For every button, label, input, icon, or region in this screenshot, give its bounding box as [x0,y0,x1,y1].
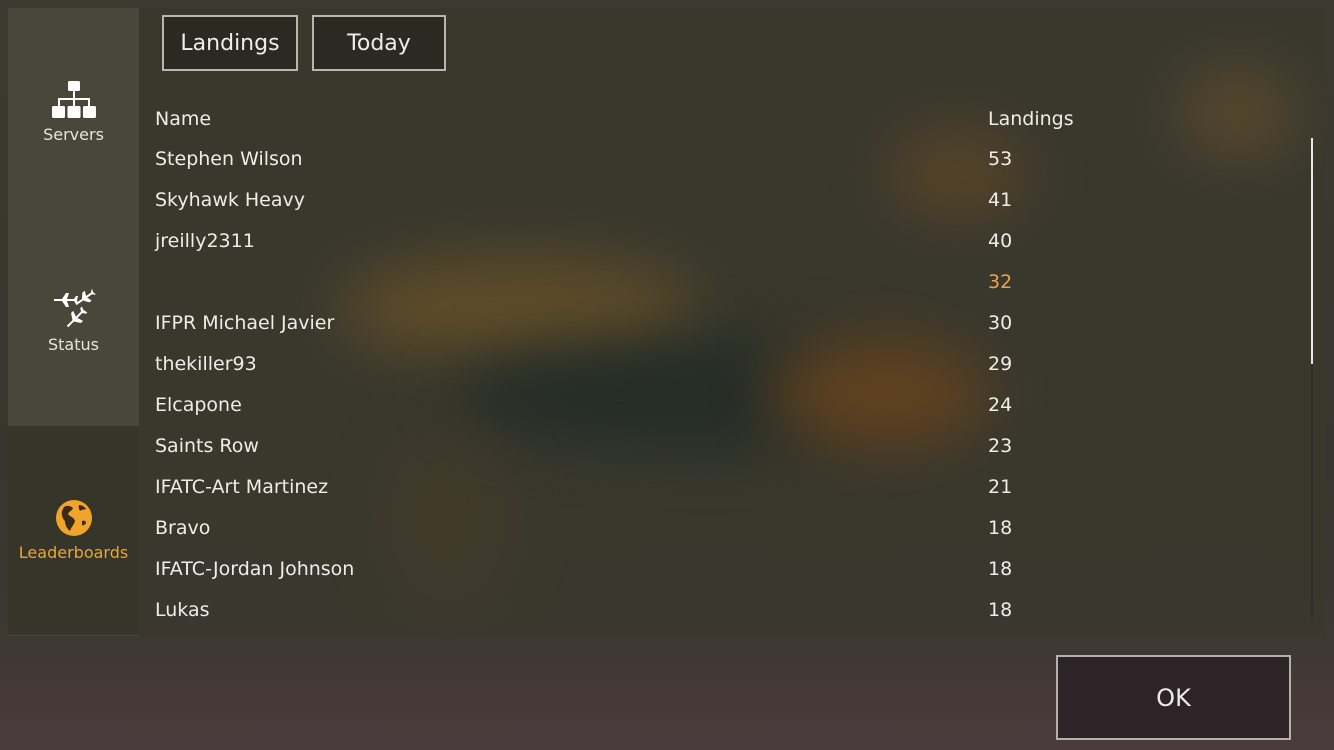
row-value: 18 [988,599,1013,621]
sidebar: Servers Status Leaderboards [8,8,139,636]
table-row[interactable]: Lukas 18 [155,591,1295,632]
row-value: 41 [988,189,1013,211]
row-value: 18 [988,558,1013,580]
row-name: Skyhawk Heavy [155,189,306,211]
row-value: 24 [988,394,1013,416]
table-row[interactable]: IFPR Michael Javier 30 [155,304,1295,345]
column-header-name: Name [155,108,212,130]
table-row[interactable]: Saints Row 23 [155,427,1295,468]
row-name: Stephen Wilson [155,148,303,170]
row-name: IFPR Michael Javier [155,312,335,334]
scrollbar-thumb[interactable] [1311,138,1313,364]
table-row-current-user[interactable]: 32 [155,263,1295,304]
row-name: Elcapone [155,394,242,416]
row-value: 32 [988,271,1013,293]
table-row[interactable]: jreilly2311 40 [155,222,1295,263]
row-name: IFATC-Jordan Johnson [155,558,355,580]
globe-icon [55,500,92,536]
column-header-landings: Landings [988,108,1074,130]
table-row[interactable]: Elcapone 24 [155,386,1295,427]
row-name: thekiller93 [155,353,257,375]
row-name: IFATC-Art Martinez [155,476,329,498]
row-value: 53 [988,148,1013,170]
row-name: Saints Row [155,435,259,457]
sidebar-item-label: Leaderboards [18,543,129,562]
table-row[interactable]: thekiller93 29 [155,345,1295,386]
row-value: 23 [988,435,1013,457]
row-value: 21 [988,476,1013,498]
leaderboard-table: Stephen Wilson 53 Skyhawk Heavy 41 jreilly… [155,140,1295,632]
row-value: 29 [988,353,1013,375]
period-filter-button[interactable]: Today [312,15,446,71]
servers-icon [51,81,96,118]
table-row[interactable]: Stephen Wilson 53 [155,140,1295,181]
row-name: Bravo [155,517,211,539]
sidebar-item-label: Servers [43,125,104,144]
row-name: Lukas [155,599,210,621]
ok-button[interactable]: OK [1056,655,1291,740]
table-row[interactable]: IFATC-Jordan Johnson 18 [155,550,1295,591]
row-value: 40 [988,230,1013,252]
sidebar-item-leaderboards[interactable]: Leaderboards [8,426,139,635]
sidebar-item-servers[interactable]: Servers [8,8,139,217]
row-name: jreilly2311 [155,230,255,252]
table-row[interactable]: IFATC-Art Martinez 21 [155,468,1295,509]
row-value: 18 [988,517,1013,539]
row-value: 30 [988,312,1013,334]
metric-filter-button[interactable]: Landings [162,15,298,71]
sidebar-item-label: Status [48,335,99,354]
table-row[interactable]: Skyhawk Heavy 41 [155,181,1295,222]
airplanes-icon [53,289,96,328]
sidebar-item-status[interactable]: Status [8,217,139,426]
table-row[interactable]: Bravo 18 [155,509,1295,550]
